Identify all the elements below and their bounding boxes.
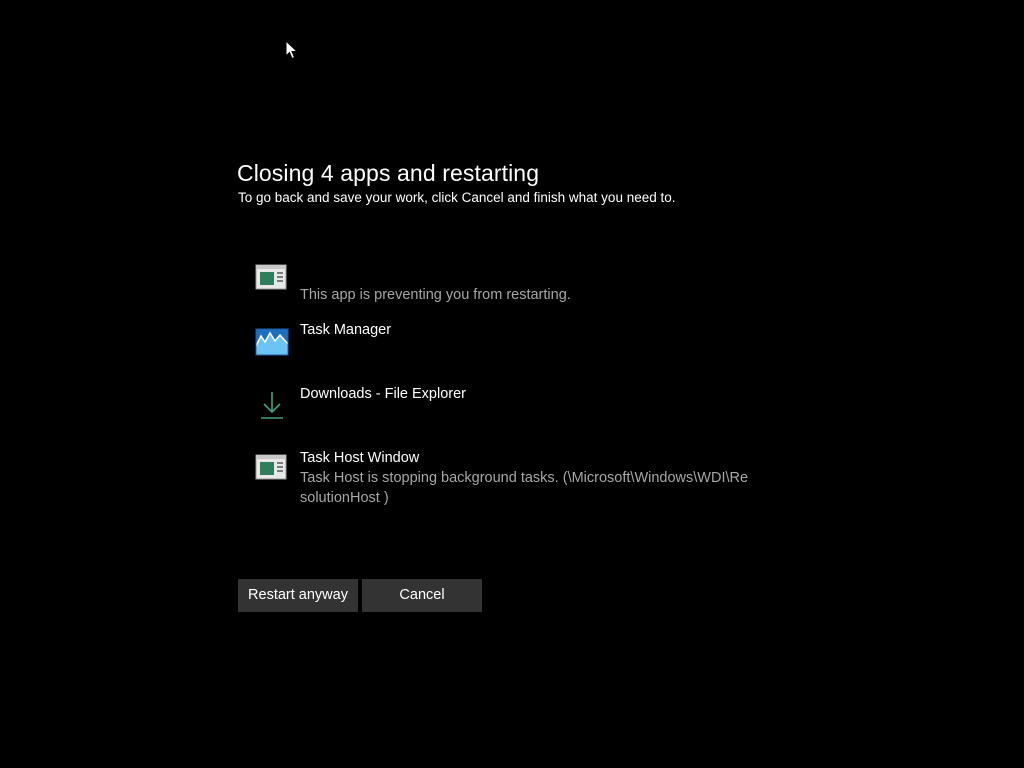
app-name: Task Host Window (300, 450, 420, 466)
restart-screen: Closing 4 apps and restarting To go back… (0, 0, 1024, 768)
generic-window-icon (255, 264, 287, 290)
dialog-subtitle: To go back and save your work, click Can… (238, 190, 676, 205)
generic-window-icon (255, 454, 287, 480)
mouse-cursor-icon (285, 40, 299, 60)
app-name: Downloads - File Explorer (300, 386, 467, 402)
app-description: This app is preventing you from restarti… (300, 287, 571, 303)
download-arrow-icon (261, 392, 283, 419)
cancel-button[interactable]: Cancel (362, 579, 482, 612)
restart-anyway-button[interactable]: Restart anyway (238, 579, 358, 612)
app-name: Task Manager (300, 322, 392, 338)
task-manager-icon (255, 328, 289, 356)
app-name (300, 265, 770, 285)
dialog-title: Closing 4 apps and restarting (237, 160, 540, 186)
app-description: Task Host is stopping background tasks. … (300, 470, 749, 506)
